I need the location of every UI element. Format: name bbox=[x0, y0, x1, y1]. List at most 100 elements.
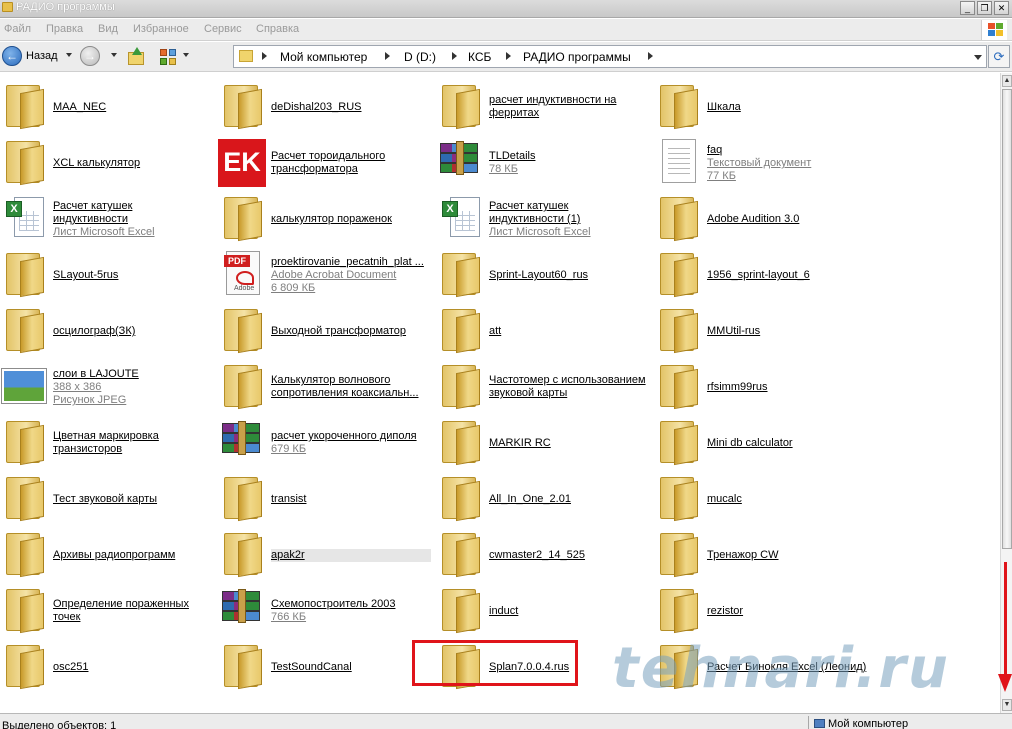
file-item[interactable]: transist bbox=[218, 469, 432, 525]
ek-icon[interactable]: EK bbox=[218, 137, 270, 187]
folder-icon[interactable] bbox=[436, 529, 488, 579]
folder-icon[interactable] bbox=[654, 193, 706, 243]
file-item-name[interactable]: SLayout-5rus bbox=[53, 269, 213, 282]
file-item-name[interactable]: Mini db calculator bbox=[707, 437, 867, 450]
file-item[interactable]: X Расчет катушек индуктивности Лист Microso… bbox=[0, 189, 214, 245]
file-item-name[interactable]: osc251 bbox=[53, 661, 213, 674]
file-item-name-line2[interactable]: ферритах bbox=[489, 107, 649, 120]
file-item-name[interactable]: Расчет катушек bbox=[489, 200, 649, 213]
folder-icon[interactable] bbox=[0, 81, 52, 131]
file-item-name[interactable]: Расчет катушек bbox=[53, 200, 213, 213]
breadcrumb-radio-programs[interactable]: РАДИО программы bbox=[523, 50, 631, 64]
folder-icon[interactable] bbox=[218, 305, 270, 355]
file-item[interactable]: rezistor bbox=[654, 581, 868, 637]
file-item-name[interactable]: proektirovanie_pecatnih_plat ... bbox=[271, 256, 431, 269]
folder-icon[interactable] bbox=[218, 529, 270, 579]
address-bar[interactable]: Мой компьютер D (D:) КСБ РАДИО программы bbox=[233, 45, 987, 68]
file-item-name-line2[interactable]: индуктивности (1) bbox=[489, 213, 649, 226]
menu-edit[interactable]: Правка bbox=[46, 23, 83, 35]
file-item[interactable]: Mini db calculator bbox=[654, 413, 868, 469]
close-button[interactable]: ✕ bbox=[994, 1, 1009, 15]
file-item[interactable]: Шкала bbox=[654, 77, 868, 133]
file-item-name[interactable]: 1956_sprint-layout_6 bbox=[707, 269, 867, 282]
file-item[interactable]: osc251 bbox=[0, 637, 214, 693]
file-item-name[interactable]: Расчет тороидального bbox=[271, 150, 431, 163]
folder-icon[interactable] bbox=[654, 361, 706, 411]
file-item[interactable]: apak2r bbox=[218, 525, 432, 581]
file-item[interactable]: калькулятор пораженок bbox=[218, 189, 432, 245]
file-item-name[interactable]: расчет укороченного диполя bbox=[271, 430, 431, 443]
scroll-up-icon[interactable]: ▲ bbox=[1002, 75, 1012, 87]
views-icon[interactable] bbox=[158, 47, 180, 67]
pdf-icon[interactable]: PDF Adobe bbox=[218, 249, 270, 299]
folder-icon[interactable] bbox=[218, 473, 270, 523]
menu-view[interactable]: Вид bbox=[98, 23, 118, 35]
file-item[interactable]: TestSoundCanal bbox=[218, 637, 432, 693]
file-item-name[interactable]: MMUtil-rus bbox=[707, 325, 867, 338]
refresh-icon[interactable]: ⟳ bbox=[988, 45, 1010, 68]
rar-icon[interactable] bbox=[436, 137, 488, 187]
file-item-name[interactable]: mucalc bbox=[707, 493, 867, 506]
file-item[interactable]: слои в LAJOUTE 388 x 386 Рисунок JPEG bbox=[0, 357, 214, 413]
file-item-name-line2[interactable]: звуковой карты bbox=[489, 387, 649, 400]
folder-icon[interactable] bbox=[654, 529, 706, 579]
file-item[interactable]: rfsimm99rus bbox=[654, 357, 868, 413]
breadcrumb-chevron-icon[interactable] bbox=[262, 52, 267, 60]
file-item-name[interactable]: Sprint-Layout60_rus bbox=[489, 269, 649, 282]
folder-icon[interactable] bbox=[654, 473, 706, 523]
scrollbar-thumb[interactable] bbox=[1002, 89, 1012, 549]
file-item-name[interactable]: Цветная маркировка bbox=[53, 430, 213, 443]
file-item-name[interactable]: Тренажор CW bbox=[707, 549, 867, 562]
folder-icon[interactable] bbox=[436, 81, 488, 131]
file-item-name[interactable]: Определение пораженных bbox=[53, 598, 213, 611]
menu-favorites[interactable]: Избранное bbox=[133, 23, 189, 35]
folder-icon[interactable] bbox=[0, 249, 52, 299]
file-item[interactable]: расчет индуктивности на ферритах bbox=[436, 77, 650, 133]
file-item-name[interactable]: TLDetails bbox=[489, 150, 649, 163]
file-item[interactable]: EK Расчет тороидального трансформатора bbox=[218, 133, 432, 189]
breadcrumb-chevron-icon[interactable] bbox=[452, 52, 457, 60]
file-item-name[interactable]: deDishal203_RUS bbox=[271, 101, 431, 114]
file-item[interactable]: расчет укороченного диполя 679 КБ bbox=[218, 413, 432, 469]
file-item[interactable]: MARKIR RC bbox=[436, 413, 650, 469]
folder-icon[interactable] bbox=[0, 417, 52, 467]
file-item[interactable]: X Расчет катушек индуктивности (1) Лист Mic… bbox=[436, 189, 650, 245]
file-item-name-line2[interactable]: транзисторов bbox=[53, 443, 213, 456]
folder-icon[interactable] bbox=[654, 81, 706, 131]
file-item-name[interactable]: cwmaster2_14_525 bbox=[489, 549, 649, 562]
breadcrumb-drive-d[interactable]: D (D:) bbox=[404, 50, 436, 64]
file-item[interactable]: Выходной трансформатор bbox=[218, 301, 432, 357]
file-item[interactable]: Калькулятор волнового сопротивления коакс… bbox=[218, 357, 432, 413]
breadcrumb-my-computer[interactable]: Мой компьютер bbox=[280, 50, 367, 64]
folder-icon[interactable] bbox=[436, 249, 488, 299]
folder-icon[interactable] bbox=[654, 417, 706, 467]
folder-icon[interactable] bbox=[218, 193, 270, 243]
folder-icon[interactable] bbox=[654, 305, 706, 355]
folder-icon[interactable] bbox=[0, 585, 52, 635]
jpeg-image-icon[interactable] bbox=[0, 361, 52, 411]
file-item-name[interactable]: MAA_NEC bbox=[53, 101, 213, 114]
file-item-name[interactable]: Выходной трансформатор bbox=[271, 325, 431, 338]
file-item[interactable]: осцилограф(ЗК) bbox=[0, 301, 214, 357]
file-item[interactable]: faq Текстовый документ 77 КБ bbox=[654, 133, 868, 189]
folder-up-icon[interactable] bbox=[125, 47, 147, 67]
file-item-name[interactable]: Шкала bbox=[707, 101, 867, 114]
back-arrow-icon[interactable]: ← bbox=[2, 46, 22, 66]
folder-icon[interactable] bbox=[218, 641, 270, 691]
views-dropdown-icon[interactable] bbox=[183, 53, 189, 57]
file-item[interactable]: TLDetails 78 КБ bbox=[436, 133, 650, 189]
maximize-button[interactable]: ❐ bbox=[977, 1, 992, 15]
file-item-name[interactable]: Калькулятор волнового bbox=[271, 374, 431, 387]
file-item-name[interactable]: Частотомер с использованием bbox=[489, 374, 649, 387]
file-item-name[interactable]: MARKIR RC bbox=[489, 437, 649, 450]
file-item[interactable]: cwmaster2_14_525 bbox=[436, 525, 650, 581]
file-item-name-line2[interactable]: сопротивления коаксиальн... bbox=[271, 387, 431, 400]
file-item-name[interactable]: Тест звуковой карты bbox=[53, 493, 213, 506]
folder-icon[interactable] bbox=[0, 473, 52, 523]
folder-icon[interactable] bbox=[0, 641, 52, 691]
file-item[interactable]: MAA_NEC bbox=[0, 77, 214, 133]
file-item-name[interactable]: XCL калькулятор bbox=[53, 157, 213, 170]
file-item-name[interactable]: transist bbox=[271, 493, 431, 506]
file-item-name[interactable]: faq bbox=[707, 144, 867, 157]
file-item-name[interactable]: Архивы радиопрограмм bbox=[53, 549, 213, 562]
